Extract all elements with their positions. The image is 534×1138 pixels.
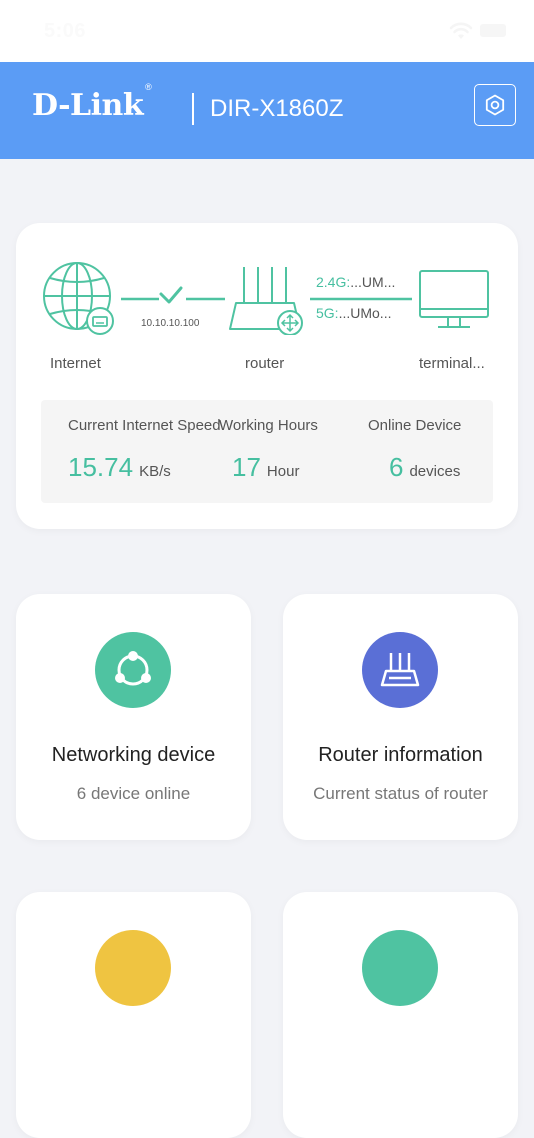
devices-value: 6 devices xyxy=(389,452,461,482)
devices-title: Online Device xyxy=(368,417,462,434)
settings-button[interactable] xyxy=(474,84,516,126)
terminal-label: terminal... xyxy=(419,355,485,372)
speed-value: 15.74 KB/s xyxy=(68,452,171,482)
battery-icon xyxy=(480,24,506,37)
feature-4-icon xyxy=(362,930,438,1006)
wifi-icon xyxy=(449,22,473,39)
band-5g-ssid: 5G:...UMo... xyxy=(316,305,392,321)
internet-globe-icon[interactable] xyxy=(40,261,120,341)
network-status-card: 10.10.10.100 2.4G:...UM... 5G:...UMo... … xyxy=(16,223,518,529)
status-bar: 5:06 xyxy=(0,0,534,62)
router-model: DIR-X1860Z xyxy=(210,95,344,122)
terminal-monitor-icon[interactable] xyxy=(418,269,492,333)
stats-panel: Current Internet Speed Working Hours Onl… xyxy=(41,400,493,503)
router-information-subtitle: Current status of router xyxy=(313,784,488,803)
networking-device-title: Networking device xyxy=(51,744,216,766)
wan-connection-line xyxy=(121,286,225,304)
wifi-link-line xyxy=(310,297,412,301)
router-icon[interactable] xyxy=(228,263,310,335)
feature-card-3[interactable] xyxy=(16,892,251,1138)
speed-title: Current Internet Speed xyxy=(68,417,221,434)
header-divider xyxy=(192,93,194,125)
router-information-title: Router information xyxy=(318,744,483,766)
wan-ip-address: 10.10.10.100 xyxy=(141,318,200,329)
networking-device-icon-bg xyxy=(95,632,171,708)
gear-icon xyxy=(485,94,505,116)
share-network-icon xyxy=(115,651,151,686)
internet-label: Internet xyxy=(50,355,101,372)
router-information-card[interactable]: Router information Current status of rou… xyxy=(283,594,518,840)
brand-logo: D-Link® xyxy=(32,82,152,123)
hours-title: Working Hours xyxy=(219,417,318,434)
feature-card-4[interactable] xyxy=(283,892,518,1138)
networking-device-subtitle: 6 device online xyxy=(76,784,191,803)
feature-3-icon xyxy=(95,930,171,1006)
hours-value: 17 Hour xyxy=(232,452,300,482)
networking-device-card[interactable]: Networking device 6 device online xyxy=(16,594,251,840)
status-time: 5:06 xyxy=(44,20,87,42)
router-info-icon xyxy=(380,653,420,687)
check-icon xyxy=(159,286,183,304)
router-information-icon-bg xyxy=(362,632,438,708)
band-2g-ssid: 2.4G:...UM... xyxy=(316,274,396,290)
router-label: router xyxy=(245,355,285,372)
